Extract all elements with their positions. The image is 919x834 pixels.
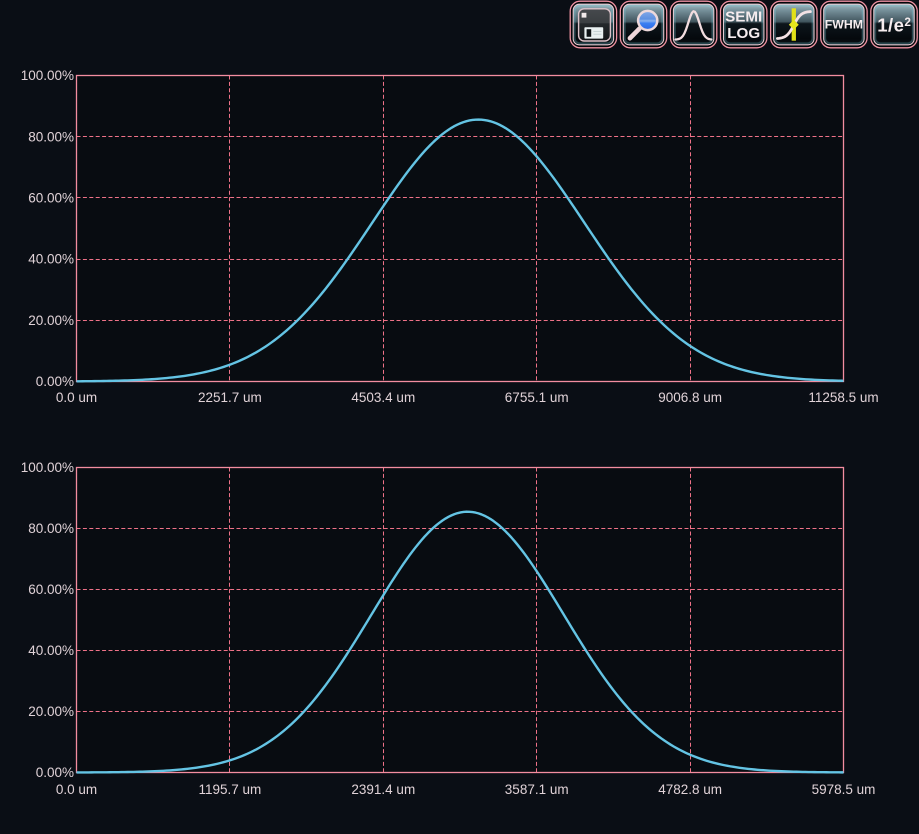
- svg-text:SEMI: SEMI: [725, 9, 762, 26]
- svg-text:11258.5 um: 11258.5 um: [808, 390, 878, 405]
- svg-text:3587.1 um: 3587.1 um: [505, 782, 569, 797]
- svg-text:40.00%: 40.00%: [28, 252, 74, 267]
- svg-text:2: 2: [904, 15, 911, 29]
- svg-text:6755.1 um: 6755.1 um: [505, 390, 569, 405]
- svg-text:60.00%: 60.00%: [28, 582, 74, 597]
- svg-text:4782.8 um: 4782.8 um: [658, 782, 722, 797]
- svg-text:2251.7 um: 2251.7 um: [198, 390, 262, 405]
- svg-text:100.00%: 100.00%: [21, 68, 74, 83]
- svg-text:0.0 um: 0.0 um: [56, 390, 97, 405]
- svg-text:100.00%: 100.00%: [21, 460, 74, 475]
- svg-text:80.00%: 80.00%: [28, 521, 74, 536]
- svg-text:0.00%: 0.00%: [36, 374, 74, 389]
- svg-text:40.00%: 40.00%: [28, 643, 74, 658]
- svg-text:2391.4 um: 2391.4 um: [351, 782, 415, 797]
- svg-text:20.00%: 20.00%: [28, 313, 74, 328]
- svg-text:80.00%: 80.00%: [28, 129, 74, 144]
- svg-text:20.00%: 20.00%: [28, 704, 74, 719]
- svg-text:FWHM: FWHM: [825, 18, 863, 32]
- svg-text:4503.4 um: 4503.4 um: [351, 390, 415, 405]
- svg-text:0.0 um: 0.0 um: [56, 782, 97, 797]
- svg-text:5978.5 um: 5978.5 um: [812, 782, 876, 797]
- svg-text:1/e: 1/e: [877, 15, 904, 36]
- svg-text:1195.7 um: 1195.7 um: [199, 782, 262, 797]
- svg-text:60.00%: 60.00%: [28, 191, 74, 206]
- svg-text:0.00%: 0.00%: [36, 765, 74, 780]
- svg-text:9006.8 um: 9006.8 um: [658, 390, 722, 405]
- svg-text:LOG: LOG: [727, 25, 760, 42]
